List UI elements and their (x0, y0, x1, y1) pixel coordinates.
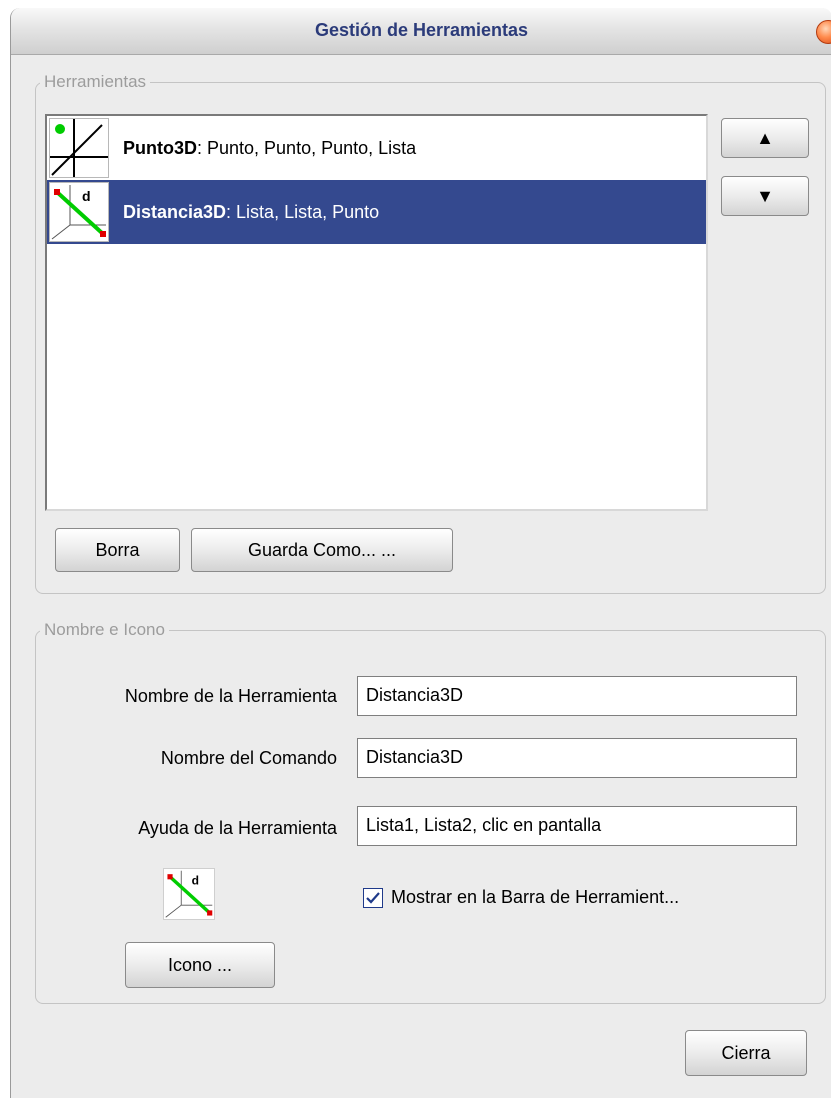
tool-name-label: Nombre de la Herramienta (124, 686, 337, 706)
svg-text:d: d (82, 188, 91, 204)
save-as-button[interactable]: Guarda Como... ... (191, 528, 453, 572)
name-icon-group-legend: Nombre e Icono (44, 620, 165, 639)
list-item-label: Punto3D: Punto, Punto, Punto, Lista (123, 138, 417, 158)
icon-button[interactable]: Icono ... (125, 942, 275, 988)
checkmark-icon (366, 892, 380, 904)
show-in-toolbar-label[interactable]: Mostrar en la Barra de Herramient... (391, 887, 679, 908)
tool-name-field[interactable]: Distancia3D (357, 676, 797, 716)
tool-help-field[interactable]: Lista1, Lista2, clic en pantalla (357, 806, 797, 846)
tool-manager-dialog: Gestión de Herramientas Herramientas Pun… (10, 8, 831, 1098)
arrow-down-icon: ▼ (756, 185, 774, 206)
close-button[interactable]: Cierra (685, 1030, 807, 1076)
arrow-up-icon: ▲ (756, 127, 774, 148)
list-item-punto3d[interactable]: Punto3D: Punto, Punto, Punto, Lista (47, 116, 706, 180)
distancia3d-icon: d (49, 182, 109, 242)
tool-help-label: Ayuda de la Herramienta (138, 818, 337, 838)
list-item-distancia3d[interactable]: d Distancia3D: Lista, Lista, Punto (47, 180, 706, 244)
delete-button[interactable]: Borra (55, 528, 180, 572)
tools-group-legend: Herramientas (44, 72, 147, 91)
command-name-label: Nombre del Comando (160, 748, 337, 768)
move-up-button[interactable]: ▲ (721, 118, 809, 158)
list-item-label: Distancia3D: Lista, Lista, Punto (123, 202, 380, 222)
tool-list[interactable]: Punto3D: Punto, Punto, Punto, Lista d Di… (45, 114, 708, 511)
dialog-title: Gestión de Herramientas (314, 20, 529, 40)
punto3d-icon (49, 118, 109, 178)
show-in-toolbar-checkbox[interactable] (363, 888, 383, 908)
move-down-button[interactable]: ▼ (721, 176, 809, 216)
svg-text:d: d (192, 874, 199, 888)
tool-icon-preview: d (163, 868, 215, 920)
title-bar[interactable]: Gestión de Herramientas (11, 8, 831, 55)
command-name-field[interactable]: Distancia3D (357, 738, 797, 778)
